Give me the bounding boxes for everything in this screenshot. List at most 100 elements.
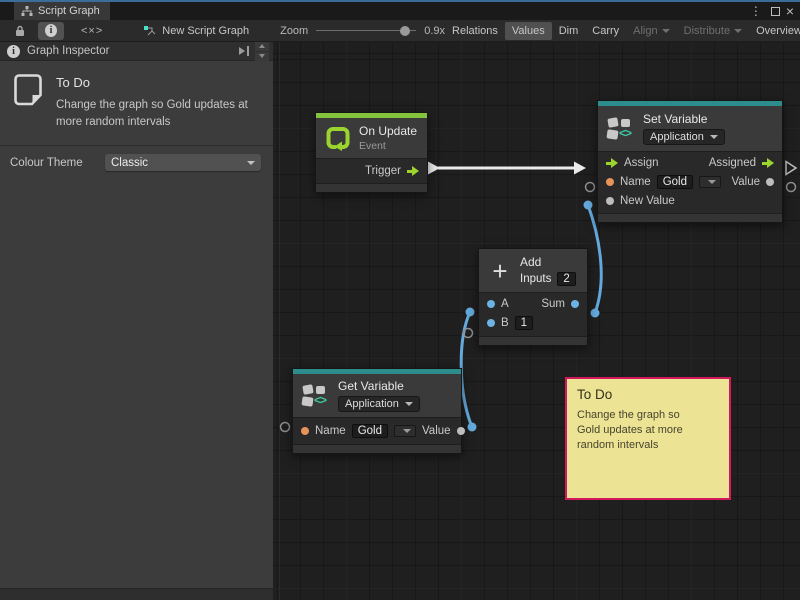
node-footer xyxy=(598,213,782,222)
node-footer xyxy=(293,444,461,453)
inputs-count-field[interactable]: 2 xyxy=(557,272,575,286)
panel-scroll-arrows xyxy=(255,42,269,61)
new-value-input-port[interactable] xyxy=(606,197,614,205)
colour-theme-value: Classic xyxy=(111,157,148,169)
graph-inspector-panel: i Graph Inspector xyxy=(0,42,273,588)
variable-scope-dropdown[interactable]: Application xyxy=(643,129,725,145)
inspector-toggle-button[interactable]: i xyxy=(38,22,64,40)
name-value-field[interactable]: Gold xyxy=(352,424,388,438)
name-value-dropdown[interactable] xyxy=(699,176,721,188)
lock-button[interactable] xyxy=(8,22,32,40)
value-output-port[interactable] xyxy=(766,178,774,186)
assigned-output-port[interactable] xyxy=(762,158,774,168)
node-on-update[interactable]: On Update Event Trigger xyxy=(315,112,428,193)
name-port-label: Name xyxy=(620,176,651,188)
chevron-down-icon xyxy=(710,135,718,139)
graph-breadcrumb[interactable]: New Script Graph xyxy=(136,22,256,40)
dim-toggle[interactable]: Dim xyxy=(552,22,586,40)
tab-label: Script Graph xyxy=(38,5,100,17)
node-title: Get Variable xyxy=(338,379,420,393)
graph-canvas[interactable]: On Update Event Trigger <> Set Variable xyxy=(273,42,800,600)
node-get-variable[interactable]: <> Get Variable Application Name Gold xyxy=(292,368,462,454)
graph-breadcrumb-icon xyxy=(143,25,156,37)
node-footer xyxy=(316,183,427,192)
variable-scope-dropdown[interactable]: Application xyxy=(338,396,420,412)
variable-icon: <> xyxy=(302,384,330,408)
distribute-dropdown[interactable]: Distribute xyxy=(677,22,749,40)
inspector-note-summary: To Do Change the graph so Gold updates a… xyxy=(0,61,273,146)
scroll-down-button[interactable] xyxy=(255,52,269,61)
wire-trigger-to-assign xyxy=(428,162,586,175)
node-footer xyxy=(479,336,587,345)
overview-button[interactable]: Overview xyxy=(749,22,800,40)
graph-breadcrumb-label: New Script Graph xyxy=(162,25,249,37)
chevron-down-icon xyxy=(662,29,670,33)
wire-value-to-a xyxy=(461,308,476,432)
name-input-port[interactable] xyxy=(301,427,309,435)
maximize-icon[interactable] xyxy=(771,7,780,16)
name-port-label: Name xyxy=(315,425,346,437)
zoom-slider-handle[interactable] xyxy=(400,26,410,36)
toolbar-toggles: Relations Values Dim Carry Align Distrib… xyxy=(445,20,800,42)
assign-input-port[interactable] xyxy=(606,158,618,168)
port-indicator-getvariable-name xyxy=(281,423,290,432)
carry-toggle[interactable]: Carry xyxy=(585,22,626,40)
colour-theme-dropdown[interactable]: Classic xyxy=(105,154,261,171)
graph-toolbar: i <×> New Script Graph Zoom 0.9x Relatio… xyxy=(0,20,800,42)
relations-toggle[interactable]: Relations xyxy=(445,22,505,40)
a-port-label: A xyxy=(501,298,509,310)
trigger-port-label: Trigger xyxy=(365,165,401,177)
triangle-down-icon xyxy=(259,54,265,58)
node-title: On Update xyxy=(359,124,417,138)
kebab-menu-icon[interactable]: ⋮ xyxy=(747,5,765,17)
code-preview-button[interactable]: <×> xyxy=(74,22,110,40)
close-icon[interactable]: × xyxy=(786,4,794,18)
node-add[interactable]: + Add Inputs 2 A Sum xyxy=(478,248,588,346)
on-update-loop-icon xyxy=(325,125,351,151)
assign-port-label: Assign xyxy=(624,157,659,169)
chevron-down-icon xyxy=(247,161,255,165)
lock-icon xyxy=(15,25,25,37)
assigned-port-label: Assigned xyxy=(709,157,756,169)
note-title: To Do xyxy=(56,75,261,90)
zoom-slider[interactable] xyxy=(316,25,416,37)
name-value-dropdown[interactable] xyxy=(394,425,416,437)
flow-output-port[interactable] xyxy=(407,166,419,176)
name-input-port[interactable] xyxy=(606,178,614,186)
colour-theme-label: Colour Theme xyxy=(10,157,105,169)
value-output-port[interactable] xyxy=(457,427,465,435)
values-toggle[interactable]: Values xyxy=(505,22,552,40)
node-title: Add xyxy=(520,255,576,269)
graph-inspector-header: i Graph Inspector xyxy=(0,42,273,61)
graph-inspector-title: Graph Inspector xyxy=(27,45,109,57)
chevron-down-icon xyxy=(403,429,411,433)
name-value-field[interactable]: Gold xyxy=(657,175,693,189)
window-controls: ⋮ × xyxy=(747,2,800,20)
b-input-port[interactable] xyxy=(487,319,495,327)
triangle-up-icon xyxy=(259,44,265,48)
b-value-field[interactable]: 1 xyxy=(515,316,533,330)
sum-port-label: Sum xyxy=(541,298,565,310)
tab-script-graph[interactable]: Script Graph xyxy=(14,2,110,20)
variable-icon: <> xyxy=(607,117,635,141)
sticky-note-icon xyxy=(14,73,44,107)
zoom-control: Zoom 0.9x xyxy=(280,25,445,37)
sticky-note[interactable]: To Do Change the graph so Gold updates a… xyxy=(565,377,731,500)
sum-output-port[interactable] xyxy=(571,300,579,308)
scroll-up-button[interactable] xyxy=(255,42,269,51)
unity-script-graph-window: Script Graph ⋮ × i <×> New Script Graph xyxy=(0,0,800,600)
sticky-note-title: To Do xyxy=(577,387,719,402)
value-port-label: Value xyxy=(731,176,760,188)
dock-panel-icon[interactable] xyxy=(238,46,251,56)
node-set-variable[interactable]: <> Set Variable Application Assign Assig… xyxy=(597,100,783,223)
chevron-down-icon xyxy=(405,402,413,406)
zoom-label: Zoom xyxy=(280,25,308,37)
align-dropdown[interactable]: Align xyxy=(626,22,676,40)
tab-bar: Script Graph ⋮ × xyxy=(0,2,800,20)
node-subtitle: Event xyxy=(359,140,417,152)
port-indicator-setvariable-assigned xyxy=(786,162,796,175)
panel-bottom-strip xyxy=(0,588,273,600)
info-icon: i xyxy=(7,45,20,58)
a-input-port[interactable] xyxy=(487,300,495,308)
note-description: Change the graph so Gold updates at more… xyxy=(56,97,261,130)
